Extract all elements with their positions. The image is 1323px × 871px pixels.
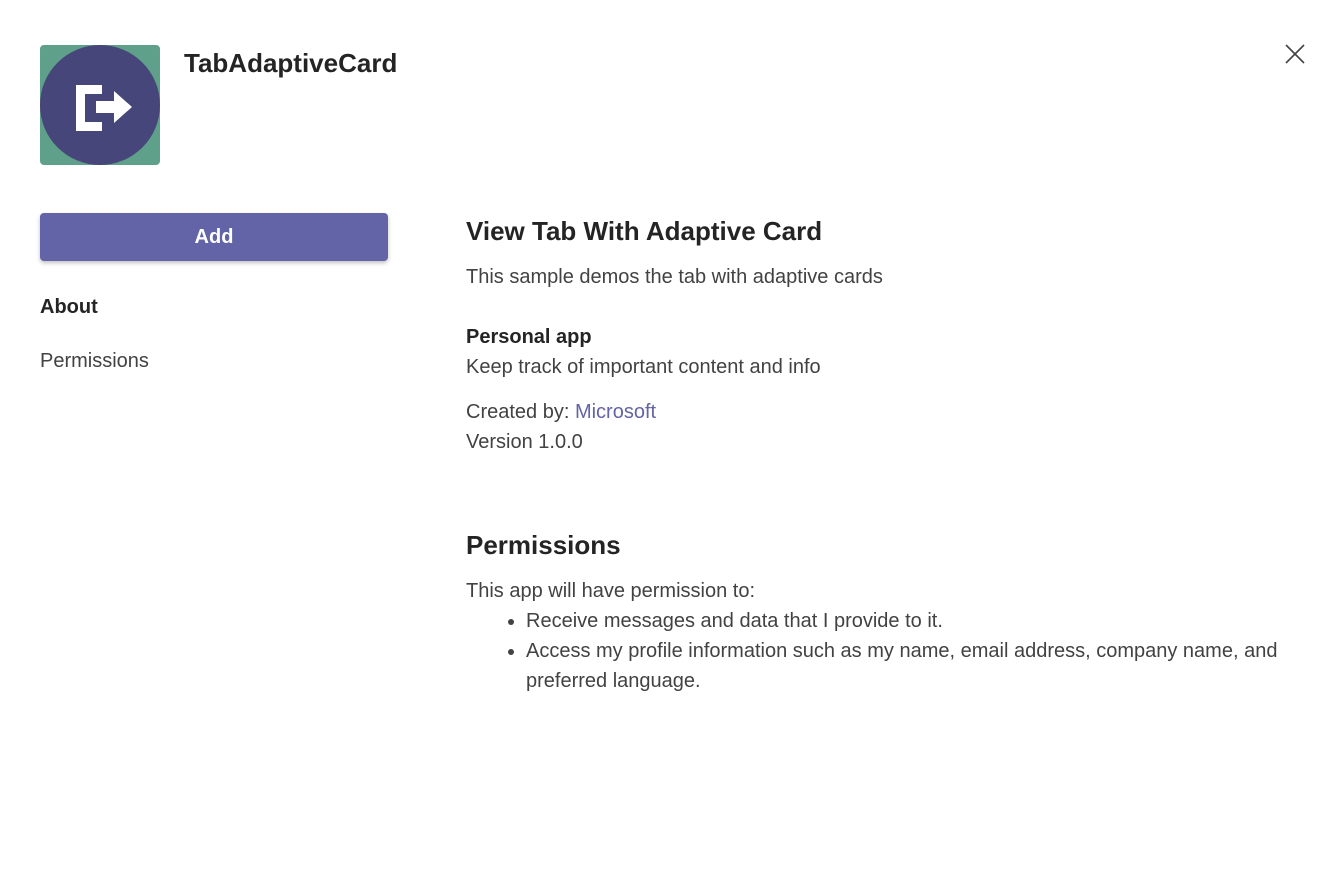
about-section: View Tab With Adaptive Card This sample … (466, 212, 1286, 457)
add-button[interactable]: Add (40, 213, 388, 261)
permissions-list: Receive messages and data that I provide… (466, 606, 1286, 696)
created-by-label: Created by: (466, 401, 570, 423)
permissions-intro: This app will have permission to: (466, 580, 756, 602)
permissions-section: Permissions This app will have permissio… (466, 526, 1286, 696)
close-icon (1285, 44, 1305, 64)
created-by: Created by: Microsoft (466, 397, 1286, 427)
about-title: View Tab With Adaptive Card (466, 216, 823, 246)
app-logo (40, 45, 160, 165)
nav-item-permissions[interactable]: Permissions (40, 346, 400, 376)
permission-item: Receive messages and data that I provide… (526, 606, 1286, 636)
capability-title: Personal app (466, 326, 592, 348)
publisher-link[interactable]: Microsoft (575, 401, 656, 423)
version-text: Version 1.0.0 (466, 431, 583, 453)
app-title: TabAdaptiveCard (184, 48, 398, 78)
app-details-dialog: TabAdaptiveCard Add About Permissions Vi… (0, 0, 1323, 871)
permission-item: Access my profile information such as my… (526, 636, 1286, 696)
close-button[interactable] (1281, 40, 1309, 68)
app-description: This sample demos the tab with adaptive … (466, 266, 883, 288)
sidebar-nav: About Permissions (40, 292, 400, 376)
nav-item-about[interactable]: About (40, 292, 400, 322)
sign-out-arrow-icon (40, 45, 160, 165)
capability-description: Keep track of important content and info (466, 356, 821, 378)
permissions-title: Permissions (466, 530, 621, 560)
